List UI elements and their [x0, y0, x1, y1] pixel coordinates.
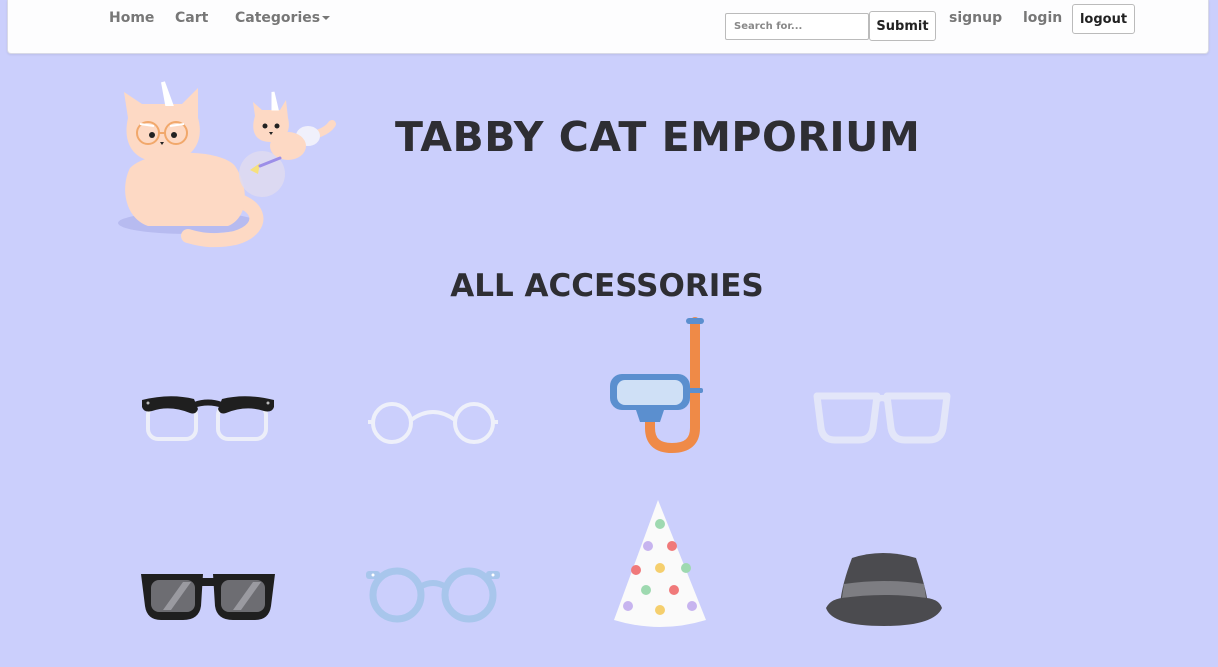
product-black-browline-glasses[interactable]: [140, 393, 276, 445]
nav-categories-dropdown[interactable]: Categories: [235, 10, 331, 26]
product-snorkel-mask[interactable]: [606, 316, 710, 454]
signup-link[interactable]: signup: [949, 10, 1002, 26]
unicorn-cats-logo: [118, 81, 336, 248]
navbar: Home Cart Categories Submit signup login…: [7, 0, 1209, 54]
nav-home-link[interactable]: Home: [109, 10, 154, 26]
login-link[interactable]: login: [1023, 10, 1062, 26]
product-round-wire-glasses[interactable]: [366, 400, 500, 446]
product-fedora-hat[interactable]: [822, 548, 946, 628]
product-sunglasses[interactable]: [139, 570, 277, 624]
categories-label: Categories: [235, 10, 321, 26]
section-title: ALL ACCESSORIES: [450, 268, 764, 304]
logout-button[interactable]: logout: [1072, 4, 1135, 34]
product-blue-round-glasses[interactable]: [364, 565, 502, 625]
nav-cart-link[interactable]: Cart: [175, 10, 208, 26]
site-title: TABBY CAT EMPORIUM: [395, 113, 921, 161]
product-party-hat[interactable]: [610, 496, 710, 630]
caret-down-icon: [322, 16, 331, 20]
search-input[interactable]: [725, 13, 869, 40]
product-white-frame-glasses[interactable]: [813, 390, 951, 446]
submit-button[interactable]: Submit: [869, 11, 936, 41]
